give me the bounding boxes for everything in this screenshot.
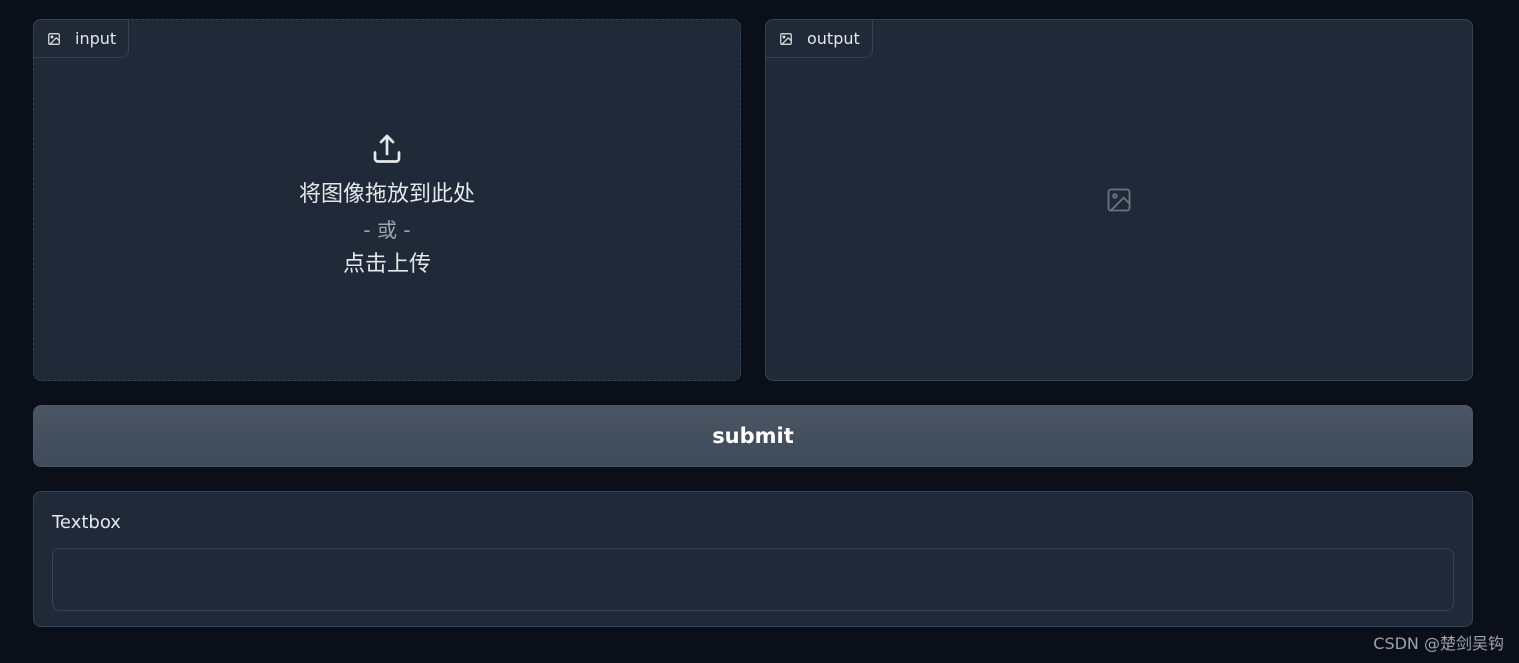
or-separator: - 或 - (363, 218, 411, 242)
drop-image-text: 将图像拖放到此处 (298, 182, 475, 207)
click-upload-text[interactable]: 点击上传 (343, 250, 431, 280)
input-image-panel[interactable]: input 将图像拖放到此处 - 或 - 点击上传 (33, 19, 741, 381)
upload-icon (373, 134, 401, 163)
output-image-panel: output (765, 19, 1473, 381)
textbox-label: Textbox (52, 512, 121, 533)
image-upload-dropzone[interactable]: 将图像拖放到此处 - 或 - 点击上传 (34, 20, 740, 380)
textbox-field[interactable] (52, 548, 1454, 611)
watermark: CSDN @楚剑吴钩 (1373, 634, 1504, 653)
output-empty-state (766, 20, 1472, 380)
submit-button[interactable]: submit (33, 405, 1473, 467)
image-placeholder-icon (1107, 188, 1131, 212)
textbox-panel: Textbox (33, 491, 1473, 627)
